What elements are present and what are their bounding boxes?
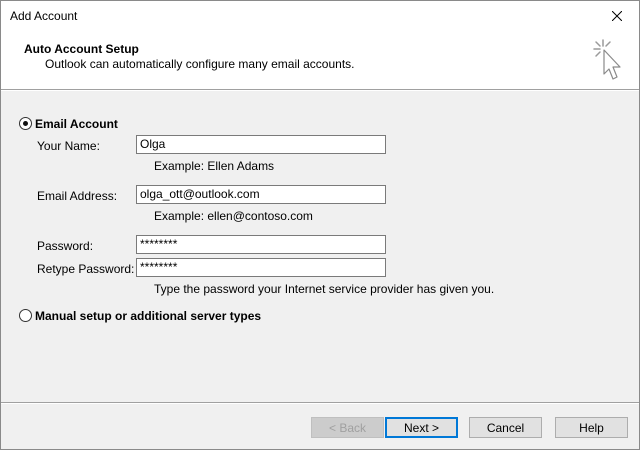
manual-setup-label[interactable]: Manual setup or additional server types — [35, 309, 261, 323]
back-button[interactable]: < Back — [311, 417, 384, 438]
wizard-header: Auto Account Setup Outlook can automatic… — [1, 31, 639, 89]
email-account-radio[interactable] — [19, 117, 32, 130]
radio-selected-dot — [23, 121, 28, 126]
header-title: Auto Account Setup — [24, 42, 139, 56]
manual-setup-radio[interactable] — [19, 309, 32, 322]
close-button[interactable] — [595, 1, 639, 31]
password-hint: Type the password your Internet service … — [154, 282, 495, 296]
email-address-input[interactable]: olga_ott@outlook.com — [136, 185, 386, 204]
email-address-label: Email Address: — [37, 189, 118, 203]
retype-password-input[interactable]: ******** — [136, 258, 386, 277]
add-account-dialog: Add Account Auto Account Setup Outlook c… — [0, 0, 640, 450]
title-bar: Add Account — [1, 1, 639, 31]
email-account-label[interactable]: Email Account — [35, 117, 118, 131]
window-title: Add Account — [10, 9, 78, 23]
next-button[interactable]: Next > — [385, 417, 458, 438]
your-name-input[interactable]: Olga — [136, 135, 386, 154]
cursor-sparkle-icon — [593, 39, 621, 80]
cancel-button[interactable]: Cancel — [469, 417, 542, 438]
password-input[interactable]: ******** — [136, 235, 386, 254]
header-subtitle: Outlook can automatically configure many… — [45, 57, 355, 71]
your-name-label: Your Name: — [37, 139, 100, 153]
retype-password-label: Retype Password: — [37, 262, 135, 276]
your-name-hint: Example: Ellen Adams — [154, 159, 275, 173]
email-address-hint: Example: ellen@contoso.com — [154, 209, 313, 223]
close-icon — [612, 11, 622, 21]
help-button[interactable]: Help — [555, 417, 628, 438]
password-label: Password: — [37, 239, 94, 253]
